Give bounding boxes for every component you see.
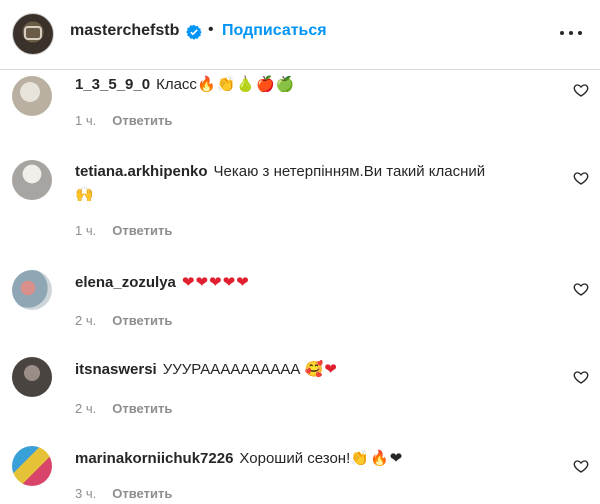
heart-outline-icon[interactable]	[573, 281, 589, 297]
commenter-username[interactable]: itsnaswersi	[75, 361, 157, 378]
reply-button[interactable]: Ответить	[112, 113, 172, 128]
heart-outline-icon[interactable]	[573, 82, 589, 98]
profile-username[interactable]: masterchefstb	[70, 22, 179, 40]
reply-button[interactable]: Ответить	[112, 401, 172, 416]
commenter-username[interactable]: tetiana.arkhipenko	[75, 163, 208, 180]
header-separator: •	[208, 21, 214, 38]
comment-meta: 2 ч. Ответить	[75, 313, 172, 328]
verified-badge-icon	[186, 24, 202, 40]
commenter-avatar[interactable]	[12, 446, 52, 486]
comment-body: tetiana.arkhipenko Чекаю з нетерпінням.Ви…	[75, 161, 545, 206]
more-horizontal-icon[interactable]	[558, 22, 584, 42]
commenter-avatar[interactable]	[12, 270, 52, 310]
heart-outline-icon[interactable]	[573, 369, 589, 385]
post-header: masterchefstb • Подписаться	[0, 0, 600, 70]
comment-emoji: 🔥👏🍐🍎🍏	[196, 75, 296, 93]
follow-button[interactable]: Подписаться	[222, 22, 327, 40]
comment-emoji: ❤❤❤❤❤	[181, 273, 250, 291]
reply-button[interactable]: Ответить	[112, 223, 172, 238]
comment-emoji: 👏🔥❤	[350, 449, 404, 467]
comment-text: Чекаю з нетерпінням.Ви такий класний	[213, 163, 486, 180]
comment-body: 1_3_5_9_0 Класс🔥👏🍐🍎🍏	[75, 73, 545, 96]
profile-avatar[interactable]	[12, 13, 54, 55]
comment-meta: 1 ч. Ответить	[75, 223, 172, 238]
heart-outline-icon[interactable]	[573, 458, 589, 474]
commenter-avatar[interactable]	[12, 160, 52, 200]
comment-meta: 2 ч. Ответить	[75, 401, 172, 416]
comment-body: elena_zozulya ❤❤❤❤❤	[75, 271, 545, 294]
reply-button[interactable]: Ответить	[112, 486, 172, 501]
comment-time: 1 ч.	[75, 223, 97, 238]
commenter-username[interactable]: elena_zozulya	[75, 274, 176, 291]
comment-text: Хороший сезон!	[239, 450, 351, 467]
comment-emoji: 🙌	[75, 185, 95, 203]
commenter-avatar[interactable]	[12, 76, 52, 116]
comment-body: marinakorniichuk7226 Хороший сезон!👏🔥❤	[75, 447, 545, 470]
comment-emoji: 🥰❤	[304, 360, 338, 378]
commenter-username[interactable]: marinakorniichuk7226	[75, 450, 233, 467]
comment-text: Класс	[156, 76, 197, 93]
comment-meta: 1 ч. Ответить	[75, 113, 172, 128]
comment-text: УУУРАААААААААА	[162, 361, 301, 378]
commenter-username[interactable]: 1_3_5_9_0	[75, 76, 150, 93]
commenter-avatar[interactable]	[12, 357, 52, 397]
reply-button[interactable]: Ответить	[112, 313, 172, 328]
comment-body: itsnaswersi УУУРАААААААААА 🥰❤	[75, 358, 545, 381]
comment-time: 3 ч.	[75, 486, 97, 501]
comment-time: 1 ч.	[75, 113, 97, 128]
comment-time: 2 ч.	[75, 401, 97, 416]
comment-meta: 3 ч. Ответить	[75, 486, 172, 501]
comment-time: 2 ч.	[75, 313, 97, 328]
heart-outline-icon[interactable]	[573, 170, 589, 186]
